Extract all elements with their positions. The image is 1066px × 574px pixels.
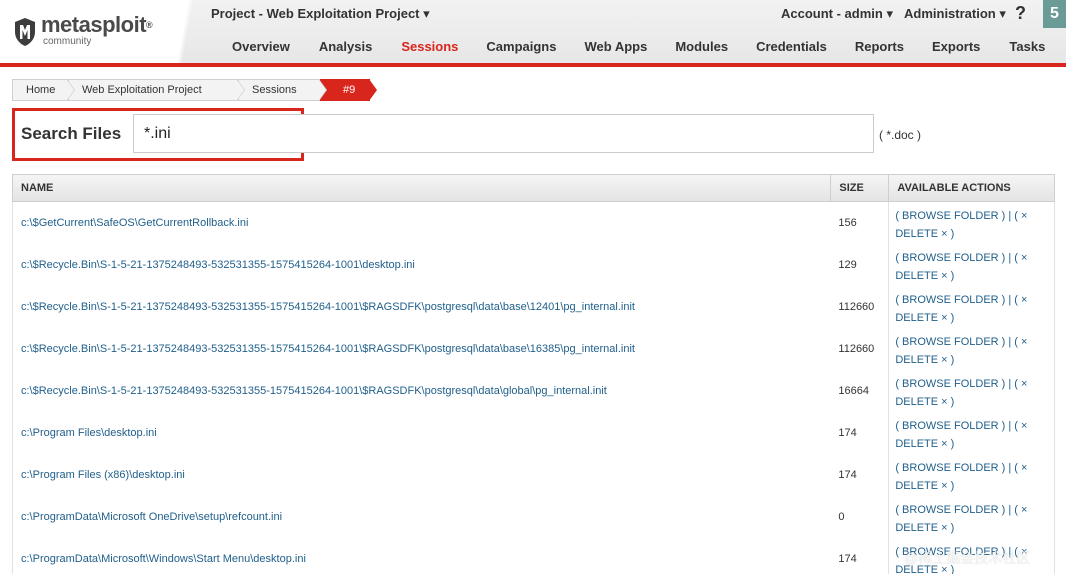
file-path-link[interactable]: c:\$Recycle.Bin\S-1-5-21-1375248493-5325… — [13, 286, 830, 328]
table-row: c:\ProgramData\Microsoft\Windows\Start M… — [13, 538, 1054, 574]
breadcrumb-label: #9 — [343, 84, 356, 96]
table-row: c:\Program Files (x86)\desktop.ini 174 (… — [13, 454, 1054, 496]
file-size: 129 — [838, 259, 857, 271]
file-size: 16664 — [838, 385, 869, 397]
account-menu[interactable]: Account - admin ▾ — [781, 6, 893, 22]
delete-link[interactable]: DELETE × ) — [895, 393, 1048, 411]
browse-folder-link[interactable]: ( BROWSE FOLDER ) | ( × — [895, 459, 1048, 477]
browse-folder-link[interactable]: ( BROWSE FOLDER ) | ( × — [895, 501, 1048, 519]
row-actions: ( BROWSE FOLDER ) | ( × DELETE × ) — [888, 286, 1054, 328]
browse-folder-link[interactable]: ( BROWSE FOLDER ) | ( × — [895, 417, 1048, 435]
nav-modules[interactable]: Modules — [675, 39, 728, 54]
file-path-link[interactable]: c:\$Recycle.Bin\S-1-5-21-1375248493-5325… — [13, 370, 830, 412]
header-accent-line — [0, 63, 1066, 67]
file-path-link[interactable]: c:\$Recycle.Bin\S-1-5-21-1375248493-5325… — [13, 244, 830, 286]
file-size: 174 — [838, 553, 857, 565]
search-files-label: Search Files — [21, 124, 122, 143]
file-size: 0 — [838, 511, 845, 523]
header-divider — [165, 0, 205, 66]
nav-overview[interactable]: Overview — [232, 39, 290, 54]
file-path-link[interactable]: c:\Program Files\desktop.ini — [13, 412, 830, 454]
delete-link[interactable]: DELETE × ) — [895, 309, 1048, 327]
row-actions: ( BROWSE FOLDER ) | ( × DELETE × ) — [888, 412, 1054, 454]
file-size: 174 — [838, 469, 857, 481]
row-actions: ( BROWSE FOLDER ) | ( × DELETE × ) — [888, 202, 1054, 244]
row-actions: ( BROWSE FOLDER ) | ( × DELETE × ) — [888, 244, 1054, 286]
row-actions: ( BROWSE FOLDER ) | ( × DELETE × ) — [888, 328, 1054, 370]
nav-credentials[interactable]: Credentials — [756, 39, 827, 54]
watermark: @稀土掘金技术社区 — [904, 550, 1031, 566]
file-size: 112660 — [838, 301, 875, 313]
breadcrumb-home[interactable]: Home — [12, 79, 75, 101]
files-table: NAME SIZE AVAILABLE ACTIONS c:\$GetCurre… — [12, 174, 1055, 574]
metasploit-logo[interactable]: metasploit® community — [14, 12, 153, 52]
nav-web-apps[interactable]: Web Apps — [584, 39, 647, 54]
browse-folder-link[interactable]: ( BROWSE FOLDER ) | ( × — [895, 291, 1048, 309]
table-row: c:\$Recycle.Bin\S-1-5-21-1375248493-5325… — [13, 244, 1054, 286]
delete-link[interactable]: DELETE × ) — [895, 519, 1048, 537]
delete-link[interactable]: DELETE × ) — [895, 225, 1048, 243]
table-row: c:\$GetCurrent\SafeOS\GetCurrentRollback… — [13, 202, 1054, 244]
table-row: c:\Program Files\desktop.ini 174 ( BROWS… — [13, 412, 1054, 454]
table-row: c:\ProgramData\Microsoft OneDrive\setup\… — [13, 496, 1054, 538]
search-files-input[interactable] — [133, 114, 874, 153]
file-path-link[interactable]: c:\ProgramData\Microsoft\Windows\Start M… — [13, 538, 830, 574]
project-selector[interactable]: Project - Web Exploitation Project ▾ — [211, 6, 430, 22]
file-path-link[interactable]: c:\ProgramData\Microsoft OneDrive\setup\… — [13, 496, 830, 538]
nav-tasks[interactable]: Tasks — [1009, 39, 1045, 54]
table-row: c:\$Recycle.Bin\S-1-5-21-1375248493-5325… — [13, 370, 1054, 412]
browse-folder-link[interactable]: ( BROWSE FOLDER ) | ( × — [895, 333, 1048, 351]
column-size-header[interactable]: SIZE — [830, 175, 888, 201]
nav-analysis[interactable]: Analysis — [319, 39, 372, 54]
file-size: 156 — [838, 217, 857, 229]
file-size: 112660 — [838, 343, 875, 355]
delete-link[interactable]: DELETE × ) — [895, 435, 1048, 453]
delete-link[interactable]: DELETE × ) — [895, 477, 1048, 495]
file-path-link[interactable]: c:\$GetCurrent\SafeOS\GetCurrentRollback… — [13, 202, 830, 244]
notification-badge[interactable]: 5 — [1043, 0, 1066, 28]
main-nav: Overview Analysis Sessions Campaigns Web… — [232, 39, 1045, 54]
nav-campaigns[interactable]: Campaigns — [486, 39, 556, 54]
shield-icon — [15, 18, 35, 46]
nav-exports[interactable]: Exports — [932, 39, 980, 54]
breadcrumb-sessions[interactable]: Sessions — [238, 79, 327, 101]
logo-edition: community — [43, 36, 92, 47]
breadcrumb: Home Web Exploitation Project Sessions #… — [12, 79, 377, 101]
file-path-link[interactable]: c:\$Recycle.Bin\S-1-5-21-1375248493-5325… — [13, 328, 830, 370]
nav-reports[interactable]: Reports — [855, 39, 904, 54]
browse-folder-link[interactable]: ( BROWSE FOLDER ) | ( × — [895, 375, 1048, 393]
help-icon[interactable]: ? — [1015, 3, 1026, 24]
file-path-link[interactable]: c:\Program Files (x86)\desktop.ini — [13, 454, 830, 496]
column-actions-header: AVAILABLE ACTIONS — [888, 175, 1054, 201]
breadcrumb-label: Sessions — [252, 84, 297, 96]
column-name-header[interactable]: NAME — [13, 175, 830, 201]
breadcrumb-label: Web Exploitation Project — [82, 84, 202, 96]
search-hint: ( *.doc ) — [879, 128, 922, 142]
browse-folder-link[interactable]: ( BROWSE FOLDER ) | ( × — [895, 249, 1048, 267]
breadcrumb-project[interactable]: Web Exploitation Project — [68, 79, 245, 101]
browse-folder-link[interactable]: ( BROWSE FOLDER ) | ( × — [895, 207, 1048, 225]
row-actions: ( BROWSE FOLDER ) | ( × DELETE × ) — [888, 454, 1054, 496]
delete-link[interactable]: DELETE × ) — [895, 267, 1048, 285]
row-actions: ( BROWSE FOLDER ) | ( × DELETE × ) — [888, 496, 1054, 538]
logo-wordmark: metasploit® — [41, 12, 153, 37]
breadcrumb-label: Home — [26, 84, 56, 96]
table-body: c:\$GetCurrent\SafeOS\GetCurrentRollback… — [12, 202, 1055, 574]
administration-menu[interactable]: Administration ▾ — [904, 6, 1006, 22]
top-header: metasploit® community Project - Web Expl… — [0, 0, 1066, 66]
table-row: c:\$Recycle.Bin\S-1-5-21-1375248493-5325… — [13, 328, 1054, 370]
nav-sessions[interactable]: Sessions — [401, 39, 458, 54]
table-header: NAME SIZE AVAILABLE ACTIONS — [12, 174, 1055, 202]
file-size: 174 — [838, 427, 857, 439]
breadcrumb-current-session: #9 — [320, 79, 377, 101]
table-row: c:\$Recycle.Bin\S-1-5-21-1375248493-5325… — [13, 286, 1054, 328]
row-actions: ( BROWSE FOLDER ) | ( × DELETE × ) — [888, 370, 1054, 412]
delete-link[interactable]: DELETE × ) — [895, 351, 1048, 369]
